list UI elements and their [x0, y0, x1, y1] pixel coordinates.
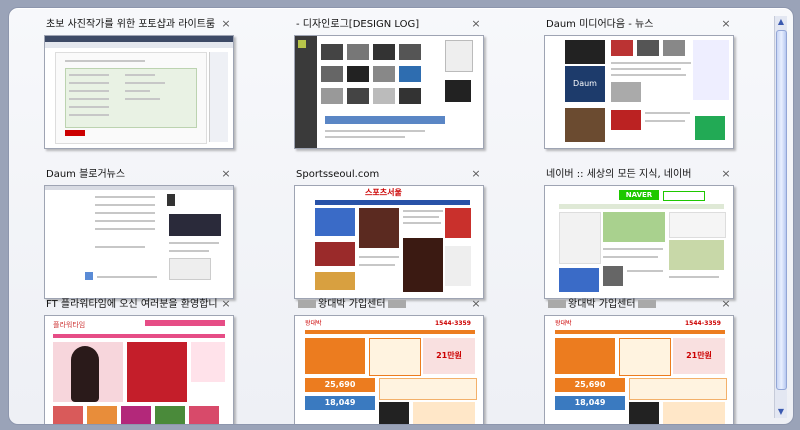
- tab-title: Sportsseoul.com: [296, 169, 380, 180]
- tab-title: 초보 사진작가를 위한 포토샵과 라이트룸 :: 글쓰기: [46, 19, 218, 30]
- tab-thumbnail[interactable]: - 디자인로그[DESIGN LOG] ×: [294, 16, 484, 149]
- tab-title: 왕대박 가입센터: [546, 298, 718, 312]
- vertical-scrollbar[interactable]: ▲ ▼: [774, 16, 787, 418]
- close-icon[interactable]: ×: [220, 167, 232, 181]
- page-preview[interactable]: 플라워타임: [44, 315, 234, 424]
- tab-title: 왕대박 가입센터: [296, 298, 468, 312]
- tab-thumbnail[interactable]: 초보 사진작가를 위한 포토샵과 라이트룸 :: 글쓰기 ×: [44, 16, 234, 149]
- close-icon[interactable]: ×: [470, 17, 482, 31]
- wangdaebak-logo: 왕대박: [555, 320, 572, 327]
- wangdaebak-logo: 왕대박: [305, 320, 322, 327]
- tab-title: 네이버 :: 세상의 모든 지식, 네이버: [546, 169, 692, 180]
- tab-thumbnail[interactable]: 네이버 :: 세상의 모든 지식, 네이버 × NAVER: [544, 166, 734, 299]
- tab-title: - 디자인로그[DESIGN LOG]: [296, 19, 420, 30]
- close-icon[interactable]: ×: [720, 17, 732, 31]
- phone-number: 1544-3359: [435, 320, 471, 327]
- tab-title: Daum 블로거뉴스: [46, 169, 126, 180]
- promo-amount: 21만원: [673, 338, 725, 374]
- scrollbar-thumb[interactable]: [776, 30, 787, 390]
- scroll-up-icon[interactable]: ▲: [775, 16, 787, 28]
- page-preview[interactable]: [44, 185, 234, 299]
- tab-thumbnail[interactable]: 왕대박 가입센터 × 왕대박 1544-3359 21만원 25,690 18,…: [294, 296, 484, 424]
- tab-thumbnail[interactable]: Sportsseoul.com × 스포츠서울: [294, 166, 484, 299]
- promo-amount: 21만원: [423, 338, 475, 374]
- page-preview[interactable]: [294, 35, 484, 149]
- price-label: 25,690: [305, 378, 375, 392]
- close-icon[interactable]: ×: [220, 297, 232, 311]
- tab-thumbnail[interactable]: Daum 블로거뉴스 ×: [44, 166, 234, 299]
- price-label: 18,049: [305, 396, 375, 410]
- naver-logo: NAVER: [619, 190, 659, 200]
- flowertime-logo: 플라워타임: [53, 321, 86, 329]
- tab-title: FT 플라워타임에 오신 여러분을 환영합니다.: [46, 299, 218, 310]
- close-icon[interactable]: ×: [470, 167, 482, 181]
- sportsseoul-logo: 스포츠서울: [365, 188, 402, 197]
- price-label: 25,690: [555, 378, 625, 392]
- page-preview[interactable]: 왕대박 1544-3359 21만원 25,690 18,049: [294, 315, 484, 424]
- price-label: 18,049: [555, 396, 625, 410]
- tab-thumbnail[interactable]: FT 플라워타임에 오신 여러분을 환영합니다. × 플라워타임: [44, 296, 234, 424]
- close-icon[interactable]: ×: [720, 167, 732, 181]
- close-icon[interactable]: ×: [220, 17, 232, 31]
- tab-title: Daum 미디어다음 - 뉴스: [546, 19, 654, 30]
- close-icon[interactable]: ×: [720, 297, 732, 311]
- tab-thumbnail[interactable]: 왕대박 가입센터 × 왕대박 1544-3359 21만원 25,690 18,…: [544, 296, 734, 424]
- page-preview[interactable]: Daum: [544, 35, 734, 149]
- page-preview[interactable]: NAVER: [544, 185, 734, 299]
- phone-number: 1544-3359: [685, 320, 721, 327]
- tab-overview-panel: 초보 사진작가를 위한 포토샵과 라이트룸 :: 글쓰기 ×: [8, 7, 794, 425]
- close-icon[interactable]: ×: [470, 297, 482, 311]
- scroll-down-icon[interactable]: ▼: [775, 406, 787, 418]
- page-preview[interactable]: 왕대박 1544-3359 21만원 25,690 18,049: [544, 315, 734, 424]
- daum-logo: Daum: [565, 66, 605, 102]
- tab-thumbnail[interactable]: Daum 미디어다음 - 뉴스 × Daum: [544, 16, 734, 149]
- page-preview[interactable]: [44, 35, 234, 149]
- page-preview[interactable]: 스포츠서울: [294, 185, 484, 299]
